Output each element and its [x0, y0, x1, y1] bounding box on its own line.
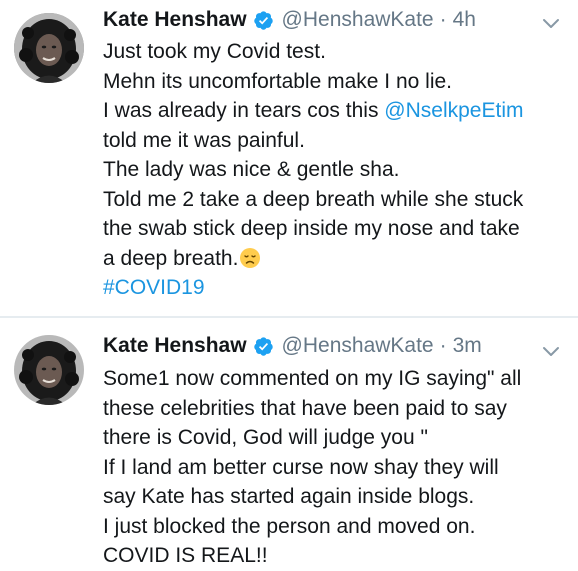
disappointed-face-emoji-icon — [240, 247, 261, 268]
timestamp[interactable]: 3m — [453, 334, 482, 358]
tweet-line: The lady was nice & gentle sha. — [103, 158, 400, 181]
timestamp[interactable]: 4h — [453, 8, 476, 32]
tweet[interactable]: Kate Henshaw @HenshawKate · 4h Just took… — [0, 0, 578, 310]
author-name[interactable]: Kate Henshaw — [103, 8, 247, 32]
tweet-line: the swab stick deep inside my nose and t… — [103, 217, 520, 240]
tweet-line: told me it was painful. — [103, 128, 305, 152]
verified-badge-icon — [253, 336, 273, 356]
separator: · — [439, 334, 447, 357]
tweet-line: COVID IS REAL!! — [103, 544, 268, 567]
chevron-down-icon[interactable] — [542, 346, 560, 358]
tweet-line-text: I was already in tears cos this — [103, 99, 385, 122]
tweet-line: Some1 now commented on my IG saying" all — [103, 367, 522, 390]
tweet-line: I just blocked the person and moved on. — [103, 514, 476, 538]
tweet-header: Kate Henshaw @HenshawKate · 3m — [103, 331, 482, 361]
tweet-line: say Kate has started again inside blogs. — [103, 485, 475, 508]
tweet-line: If I land am better curse now shay they … — [103, 455, 499, 479]
separator: · — [439, 8, 447, 31]
tweet-line: Told me 2 take a deep breath while she s… — [103, 187, 524, 211]
hashtag-link[interactable]: #COVID19 — [103, 273, 573, 303]
author-handle[interactable]: @HenshawKate — [282, 8, 434, 32]
author-name[interactable]: Kate Henshaw — [103, 334, 247, 358]
tweet-line-text: a deep breath. — [103, 246, 239, 270]
profile-photo-icon — [14, 13, 84, 83]
tweet-line: there is Covid, God will judge you " — [103, 426, 428, 449]
avatar[interactable] — [14, 335, 84, 405]
tweet[interactable]: Kate Henshaw @HenshawKate · 3m Some1 now… — [0, 318, 578, 567]
tweet-line: a deep breath. — [103, 244, 573, 274]
verified-badge-icon — [253, 10, 273, 30]
chevron-down-icon[interactable] — [542, 18, 560, 30]
tweet-text: Some1 now commented on my IG saying" all… — [103, 364, 573, 571]
author-handle[interactable]: @HenshawKate — [282, 334, 434, 358]
tweet-line: I was already in tears cos this @Nselkpe… — [103, 96, 573, 126]
tweet-line: Mehn its uncomfortable make I no lie. — [103, 69, 453, 93]
avatar[interactable] — [14, 13, 84, 83]
tweet-line: Just took my Covid test. — [103, 40, 326, 63]
mention-link[interactable]: @NselkpeEtim — [384, 99, 523, 122]
tweet-header: Kate Henshaw @HenshawKate · 4h — [103, 5, 476, 35]
tweet-text: Just took my Covid test. Mehn its uncomf… — [103, 37, 573, 303]
profile-photo-icon — [14, 335, 84, 405]
tweet-line: these celebrities that have been paid to… — [103, 396, 507, 420]
